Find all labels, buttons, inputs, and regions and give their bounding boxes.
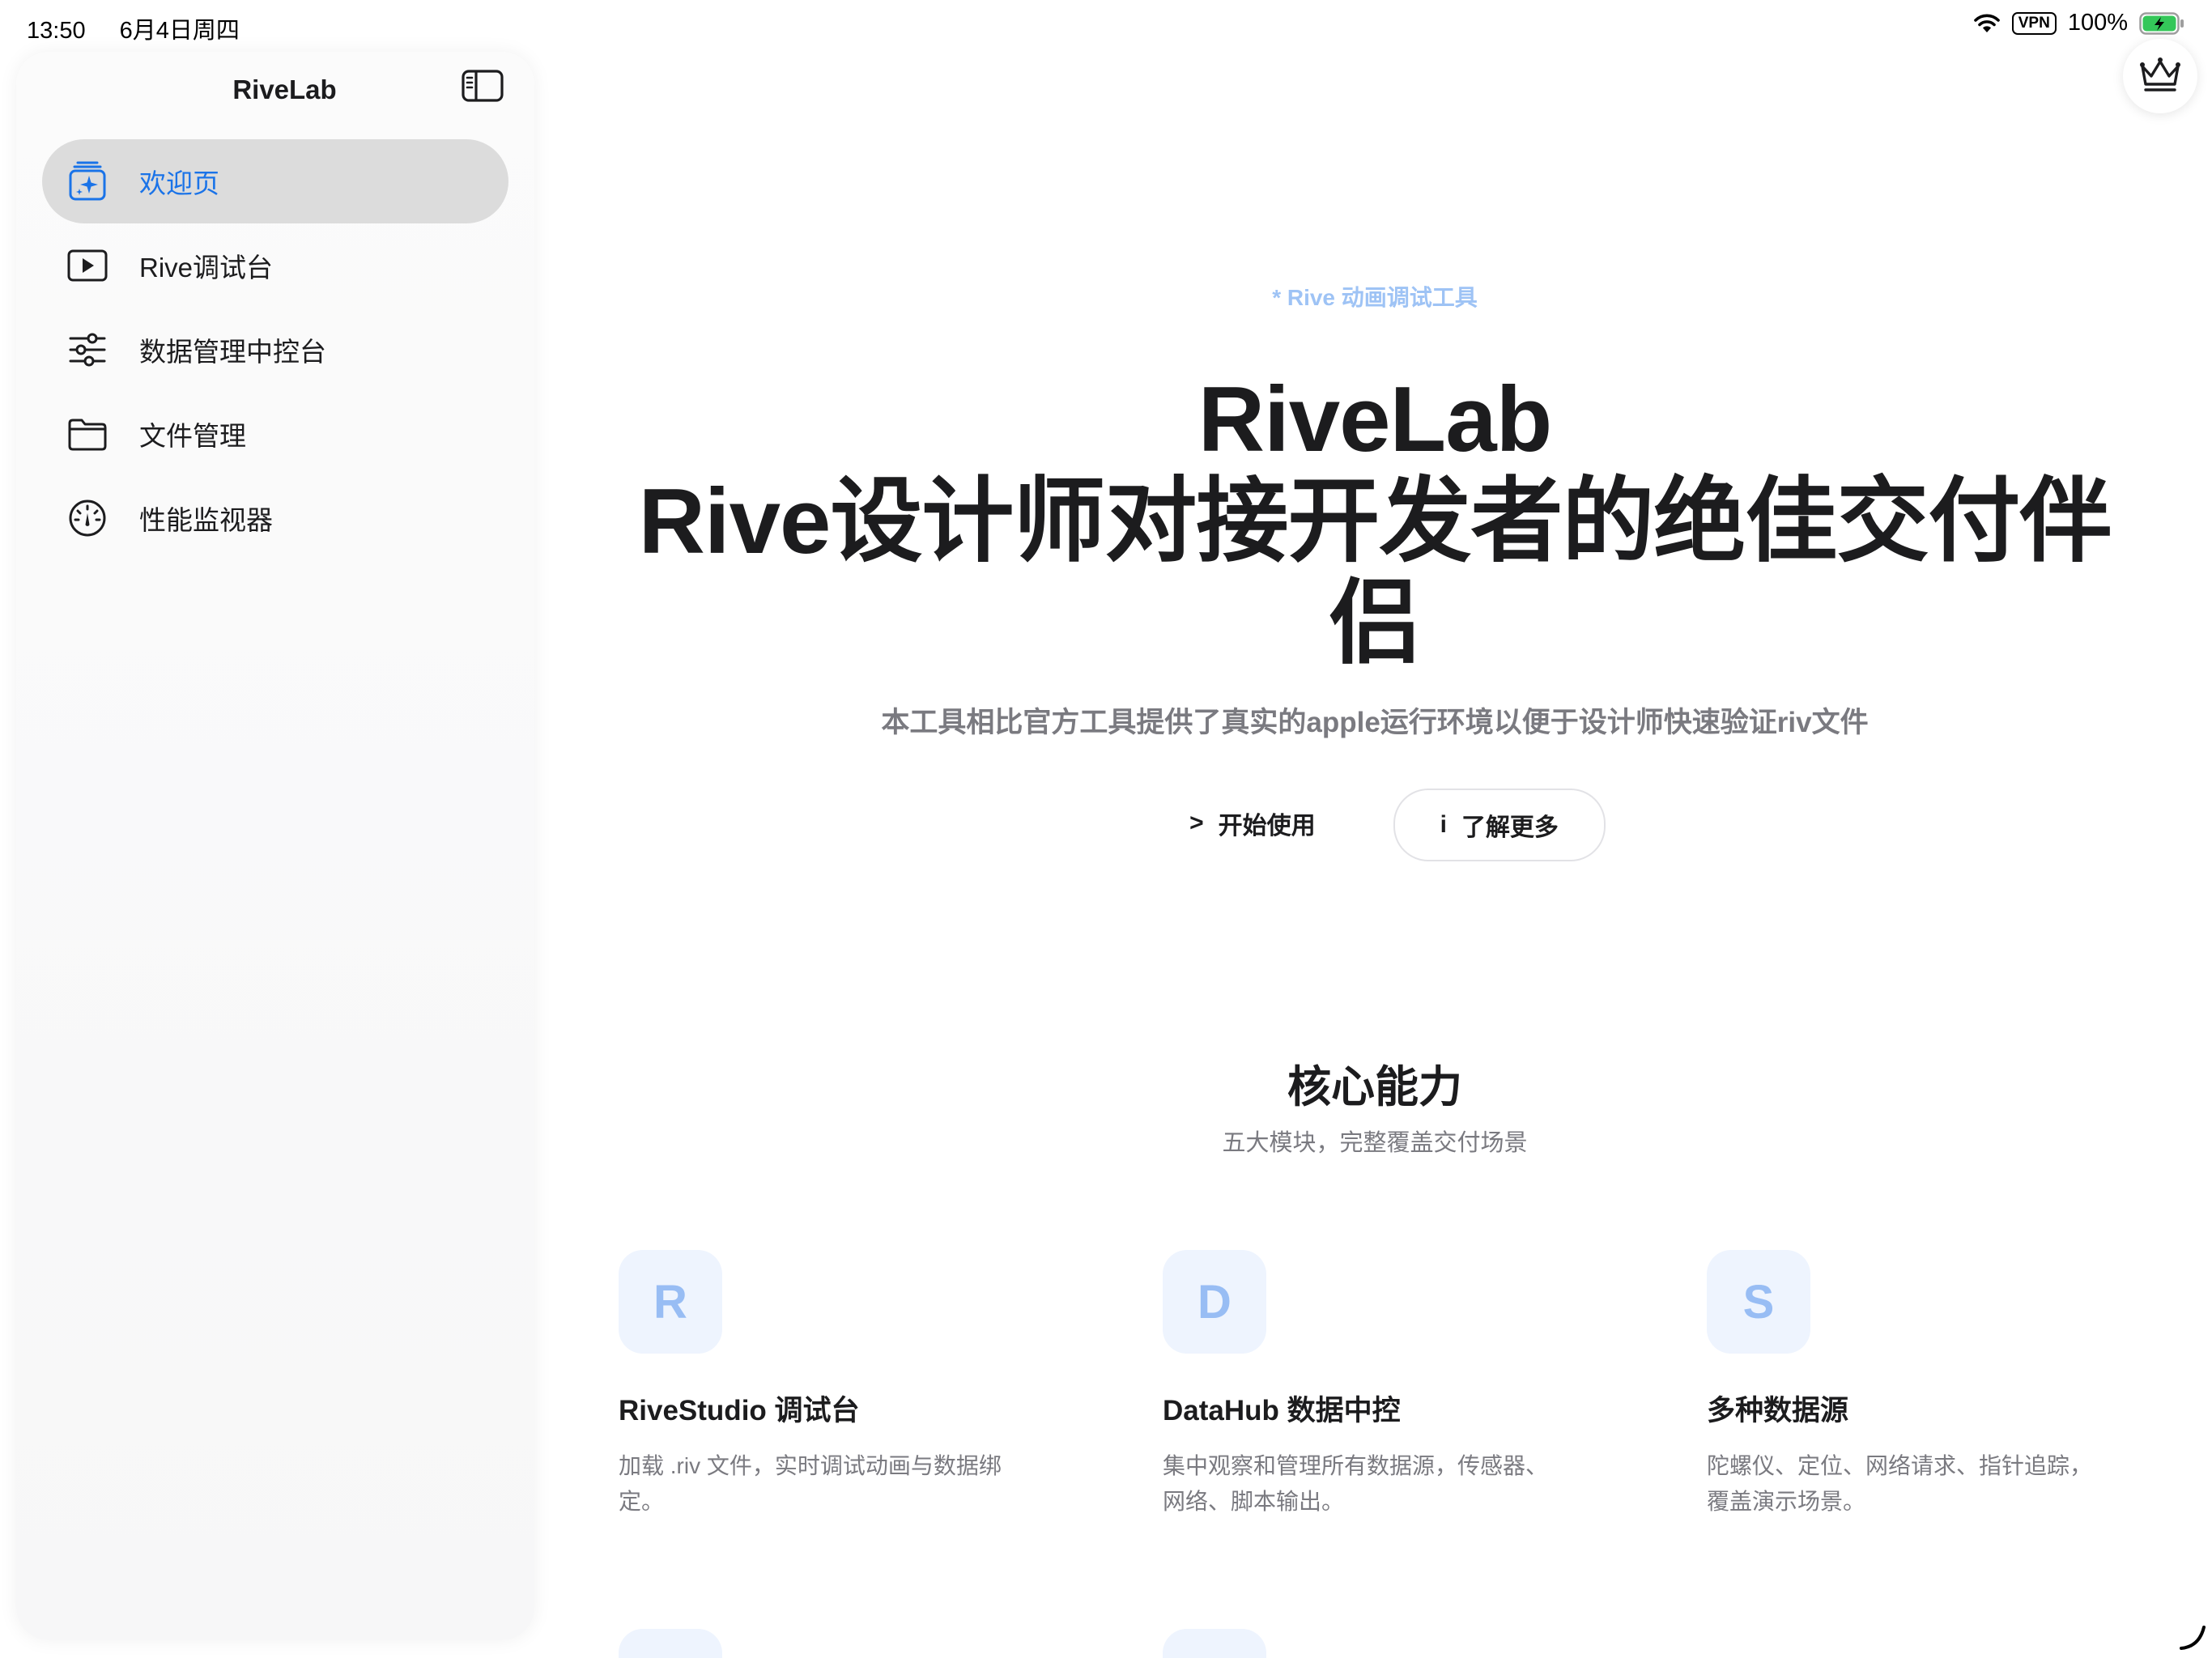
sidebar-item-label: Rive调试台 <box>139 253 274 283</box>
sidebar-item-label: 文件管理 <box>139 421 246 451</box>
feature-badge <box>1163 1629 1266 1658</box>
feature-badge <box>619 1629 722 1658</box>
sidebar-item-data-console[interactable]: 数据管理中控台 <box>42 308 508 392</box>
sidebar: RiveLab 欢迎页 Rive调试台 数据管理中控台 文件管理 性能监视器 <box>16 52 534 1640</box>
gauge-icon <box>66 497 108 539</box>
feature-description: 加载 .riv 文件，实时调试动画与数据绑定。 <box>619 1453 1002 1514</box>
feature-description: 集中观察和管理所有数据源，传感器、网络、脚本输出。 <box>1163 1453 1549 1514</box>
learn-more-button[interactable]: i 了解更多 <box>1393 789 1606 861</box>
sliders-icon <box>66 329 108 371</box>
feature-title: DataHub 数据中控 <box>1163 1395 1401 1426</box>
feature-card-next-1 <box>619 1629 1023 1658</box>
sidebar-item-welcome[interactable]: 欢迎页 <box>42 139 508 223</box>
hero-eyebrow: * Rive 动画调试工具 <box>1272 285 1478 310</box>
hero-title-line2: Rive设计师对接开发者的绝佳交付伴侣 <box>638 470 2112 675</box>
feature-badge: R <box>619 1250 722 1354</box>
sidebar-item-performance-monitor[interactable]: 性能监视器 <box>42 476 508 560</box>
get-started-label: 开始使用 <box>1218 813 1316 840</box>
hero-title-line1: RiveLab <box>1197 368 1552 471</box>
status-date: 6月4日周四 <box>119 18 240 44</box>
feature-card-next-2 <box>1163 1629 1568 1658</box>
status-time: 13:50 <box>27 18 86 44</box>
sidebar-item-file-manager[interactable]: 文件管理 <box>42 392 508 476</box>
features-title: 核心能力 <box>1287 1063 1462 1112</box>
hero-actions: > 开始使用 i 了解更多 <box>567 789 2183 861</box>
features-subtitle: 五大模块，完整覆盖交付场景 <box>1222 1130 1528 1156</box>
welcome-sparkle-icon <box>66 160 108 202</box>
learn-more-label: 了解更多 <box>1461 814 1559 841</box>
get-started-button[interactable]: > 开始使用 <box>1144 789 1361 858</box>
sidebar-toggle-button[interactable] <box>462 69 504 106</box>
feature-title: RiveStudio 调试台 <box>619 1395 860 1426</box>
app-screen: 13:50 6月4日周四 VPN 100% RiveLab 欢迎页 Rive调试… <box>0 0 2212 1658</box>
sidebar-toggle-icon <box>462 69 504 106</box>
feature-description: 陀螺仪、定位、网络请求、指针追踪，覆盖演示场景。 <box>1707 1453 2093 1514</box>
resize-handle-icon[interactable] <box>2178 1622 2207 1652</box>
feature-title: 多种数据源 <box>1707 1395 1849 1426</box>
sidebar-item-label: 性能监视器 <box>139 505 273 535</box>
feature-card-data-sources[interactable]: S 多种数据源 陀螺仪、定位、网络请求、指针追踪，覆盖演示场景。 <box>1707 1250 2112 1520</box>
info-icon: i <box>1440 811 1447 838</box>
sidebar-item-rive-debugger[interactable]: Rive调试台 <box>42 223 508 308</box>
feature-badge: D <box>1163 1250 1266 1354</box>
hero-subtitle: 本工具相比官方工具提供了真实的apple运行环境以便于设计师快速验证riv文件 <box>881 707 1869 738</box>
feature-card-datahub[interactable]: D DataHub 数据中控 集中观察和管理所有数据源，传感器、网络、脚本输出。 <box>1163 1250 1568 1520</box>
status-left: 13:50 6月4日周四 <box>27 11 240 45</box>
feature-cards: R RiveStudio 调试台 加载 .riv 文件，实时调试动画与数据绑定。… <box>619 1250 2173 1658</box>
main-content: * Rive 动画调试工具 RiveLab Rive设计师对接开发者的绝佳交付伴… <box>567 0 2212 1658</box>
play-rectangle-icon <box>66 244 108 287</box>
feature-badge: S <box>1707 1250 1810 1354</box>
hero-title: RiveLab Rive设计师对接开发者的绝佳交付伴侣 <box>615 369 2134 675</box>
sidebar-item-label: 欢迎页 <box>139 168 219 198</box>
sidebar-nav: 欢迎页 Rive调试台 数据管理中控台 文件管理 性能监视器 <box>42 139 508 560</box>
sidebar-item-label: 数据管理中控台 <box>139 337 326 367</box>
folder-icon <box>66 413 108 455</box>
chevron-right-icon: > <box>1189 810 1204 836</box>
feature-card-rivestudio[interactable]: R RiveStudio 调试台 加载 .riv 文件，实时调试动画与数据绑定。 <box>619 1250 1023 1520</box>
